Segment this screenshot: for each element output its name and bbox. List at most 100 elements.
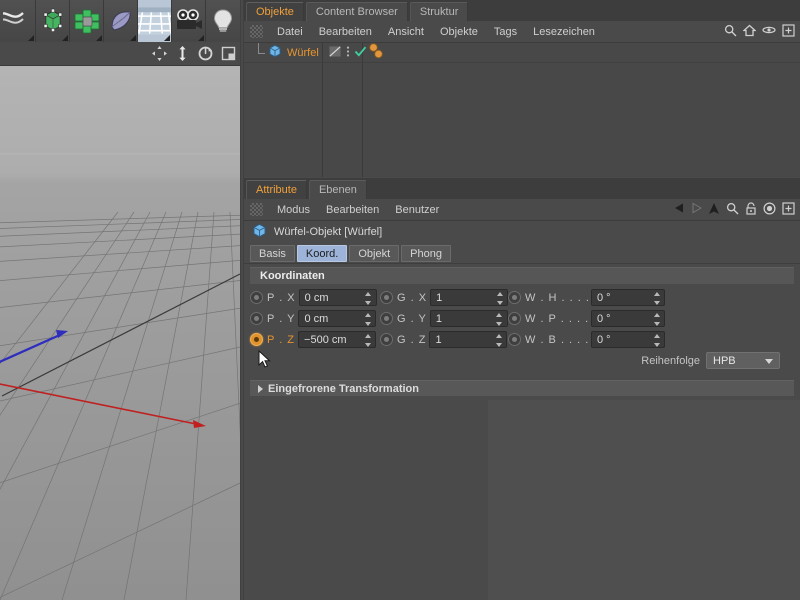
position-z-radio[interactable] [250,333,263,346]
plus-box-icon[interactable] [782,24,795,40]
mograph-tool[interactable] [70,0,104,42]
tab-objekte[interactable]: Objekte [246,2,304,21]
floor-scene[interactable] [138,0,172,42]
menu-ansicht[interactable]: Ansicht [380,21,432,43]
menu-bearbeiten[interactable]: Bearbeiten [318,199,387,221]
search-icon[interactable] [724,24,737,40]
spinner-icon[interactable] [495,334,502,347]
deformer-tool[interactable] [104,0,138,42]
position-y-label: P . Y [267,313,295,325]
position-x-radio[interactable] [250,291,263,304]
menu-modus[interactable]: Modus [269,199,318,221]
rotation-b-field[interactable]: 0 ° [591,331,665,348]
rotation-p-field[interactable]: 0 ° [591,310,665,327]
target-icon[interactable] [763,202,776,218]
tool-corner-marker [96,35,102,41]
forward-arrow-icon[interactable] [687,202,702,217]
eye-icon[interactable] [762,25,776,38]
menu-benutzer[interactable]: Benutzer [387,199,447,221]
cube-icon [268,44,282,61]
object-row-wuerfel[interactable]: Würfel [244,43,800,63]
camera-tool[interactable] [172,0,206,42]
cube-primitive[interactable] [36,0,70,42]
dots-tag-icon[interactable] [345,45,351,61]
tree-connector [254,43,268,63]
check-tag-icon[interactable] [354,45,367,61]
rotation-h-field[interactable]: 0 ° [591,289,665,306]
perspective-viewport[interactable] [0,66,240,600]
spinner-icon[interactable] [653,334,660,347]
object-column-divider-1 [322,43,323,177]
panel-icon[interactable] [220,46,236,62]
size-y-field[interactable]: 1 [430,310,508,327]
tab-basis[interactable]: Basis [250,245,295,262]
menu-lesezeichen[interactable]: Lesezeichen [525,21,603,43]
display-tag-icon[interactable] [328,45,342,61]
tab-objekt[interactable]: Objekt [349,245,399,262]
spinner-icon[interactable] [364,334,371,347]
size-z-radio[interactable] [380,333,393,346]
plus-box-icon[interactable] [782,202,795,218]
rotation-h-cell: W . H . . . . . 0 ° [508,289,665,306]
coordinate-row-2: P . Y 0 cm G . Y 1 [250,308,794,329]
size-z-field[interactable]: 1 [429,331,507,348]
spinner-icon[interactable] [653,313,660,326]
object-name-label[interactable]: Würfel [287,47,319,59]
position-y-radio[interactable] [250,312,263,325]
rotation-b-radio[interactable] [508,333,521,346]
object-manager-list[interactable]: Würfel [244,43,800,177]
menu-grip-icon[interactable] [250,25,263,38]
scale-icon[interactable] [174,46,190,62]
lock-icon[interactable] [745,202,757,218]
rotate-icon[interactable] [197,46,213,62]
tab-struktur[interactable]: Struktur [410,2,469,21]
spinner-icon[interactable] [365,292,372,305]
rotation-order-label: Reihenfolge [641,355,700,367]
tool-corner-marker [28,35,34,41]
menu-grip-icon[interactable] [250,203,263,216]
attribute-manager-body: Würfel-Objekt [Würfel] Basis Koord. Obje… [244,221,800,396]
position-y-value: 0 cm [304,313,328,325]
spinner-icon[interactable] [496,292,503,305]
tab-phong[interactable]: Phong [401,245,451,262]
material-dot-icon[interactable] [368,43,386,63]
tab-attribute[interactable]: Attribute [246,180,307,199]
menu-datei[interactable]: Datei [269,21,311,43]
home-icon[interactable] [743,24,756,40]
menu-objekte[interactable]: Objekte [432,21,486,43]
spinner-icon[interactable] [496,313,503,326]
tab-koord[interactable]: Koord. [297,245,347,262]
object-material-tags [368,43,386,63]
rotation-h-radio[interactable] [508,291,521,304]
tool-corner-marker [198,35,204,41]
search-icon[interactable] [726,202,739,218]
position-x-field[interactable]: 0 cm [299,289,377,306]
tab-separator [244,263,800,264]
size-y-radio[interactable] [380,312,393,325]
size-x-radio[interactable] [380,291,393,304]
menu-bearbeiten[interactable]: Bearbeiten [311,21,380,43]
rotation-p-radio[interactable] [508,312,521,325]
coordinate-row-1: P . X 0 cm G . X 1 [250,287,794,308]
position-y-field[interactable]: 0 cm [298,310,376,327]
move-icon[interactable] [151,46,167,62]
spinner-icon[interactable] [364,313,371,326]
position-z-field[interactable]: −500 cm [298,331,376,348]
spline-tool[interactable] [0,0,36,42]
light-tool[interactable] [206,0,240,42]
cinema4d-window: Objekte Content Browser Struktur Datei B… [0,0,800,600]
object-manager-tabstrip: Objekte Content Browser Struktur [244,0,800,21]
size-x-field[interactable]: 1 [430,289,508,306]
menu-tags[interactable]: Tags [486,21,525,43]
object-manager-menubar: Datei Bearbeiten Ansicht Objekte Tags Le… [244,21,800,43]
rotation-order-dropdown[interactable]: HPB [706,352,780,369]
size-y-cell: G . Y 1 [380,310,508,327]
tab-content-browser[interactable]: Content Browser [306,2,408,21]
rotation-b-cell: W . B . . . . . . 0 ° [508,331,665,348]
rotation-p-label: W . P . . . . . . [525,313,588,325]
tab-ebenen[interactable]: Ebenen [309,180,367,199]
size-y-label: G . Y [397,313,427,325]
spinner-icon[interactable] [653,292,660,305]
up-arrow-icon[interactable] [708,202,720,218]
frozen-transform-header[interactable]: Eingefrorene Transformation [250,380,794,396]
